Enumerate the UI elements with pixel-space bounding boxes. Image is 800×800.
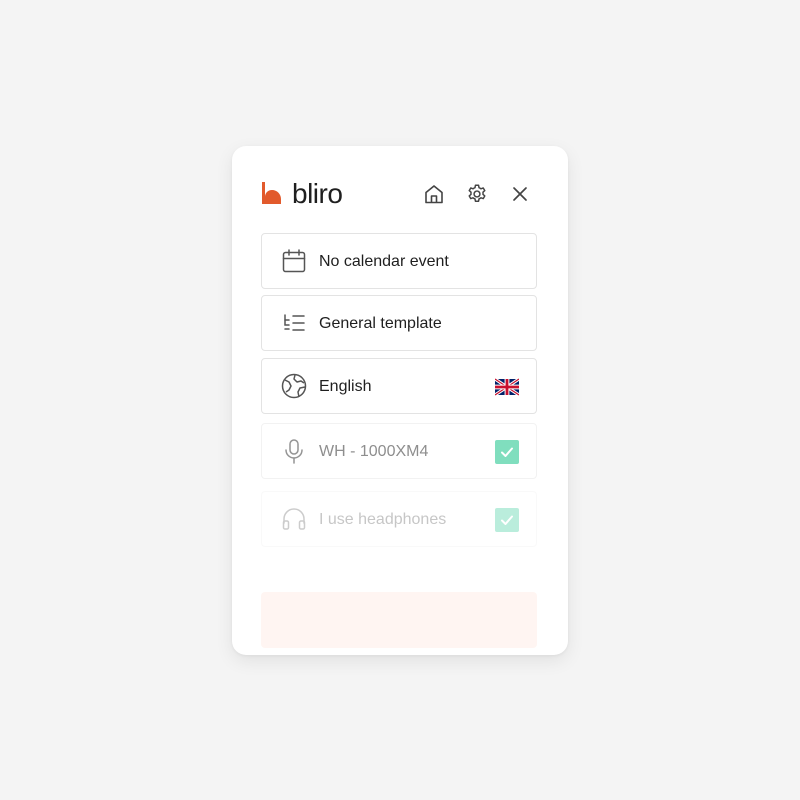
home-button[interactable]: [420, 180, 448, 208]
list-icon: [281, 310, 307, 336]
calendar-icon: [281, 248, 307, 274]
headphones-icon: [281, 506, 307, 532]
close-button[interactable]: [506, 180, 534, 208]
start-button[interactable]: [261, 592, 537, 648]
checkmark-icon: [501, 515, 513, 525]
microphone-icon: [281, 438, 307, 464]
home-icon: [425, 185, 443, 204]
microphone-label: WH - 1000XM4: [319, 443, 429, 460]
language-select[interactable]: English: [261, 358, 537, 414]
microphone-select[interactable]: WH - 1000XM4: [261, 423, 537, 479]
uk-flag-icon: [495, 378, 519, 396]
gear-icon: [468, 184, 486, 202]
headphones-checkbox[interactable]: [495, 508, 519, 532]
checkmark-icon: [501, 447, 513, 457]
logo-text: bliro: [292, 178, 343, 209]
panel-header: bliro: [232, 146, 568, 236]
microphone-checkbox[interactable]: [495, 440, 519, 464]
language-label: English: [319, 378, 372, 395]
bliro-logo-icon: [262, 182, 281, 204]
template-select[interactable]: General template: [261, 295, 537, 351]
calendar-event-select[interactable]: No calendar event: [261, 233, 537, 289]
headphones-label: I use headphones: [319, 511, 447, 528]
globe-icon: [281, 373, 307, 399]
calendar-event-label: No calendar event: [319, 253, 449, 270]
template-label: General template: [319, 315, 442, 332]
close-icon: [513, 187, 527, 201]
bliro-logo: bliro: [260, 178, 343, 210]
headphones-toggle[interactable]: I use headphones: [261, 491, 537, 547]
bliro-panel: bliro No calendar event General template…: [232, 146, 568, 655]
settings-button[interactable]: [463, 180, 491, 208]
